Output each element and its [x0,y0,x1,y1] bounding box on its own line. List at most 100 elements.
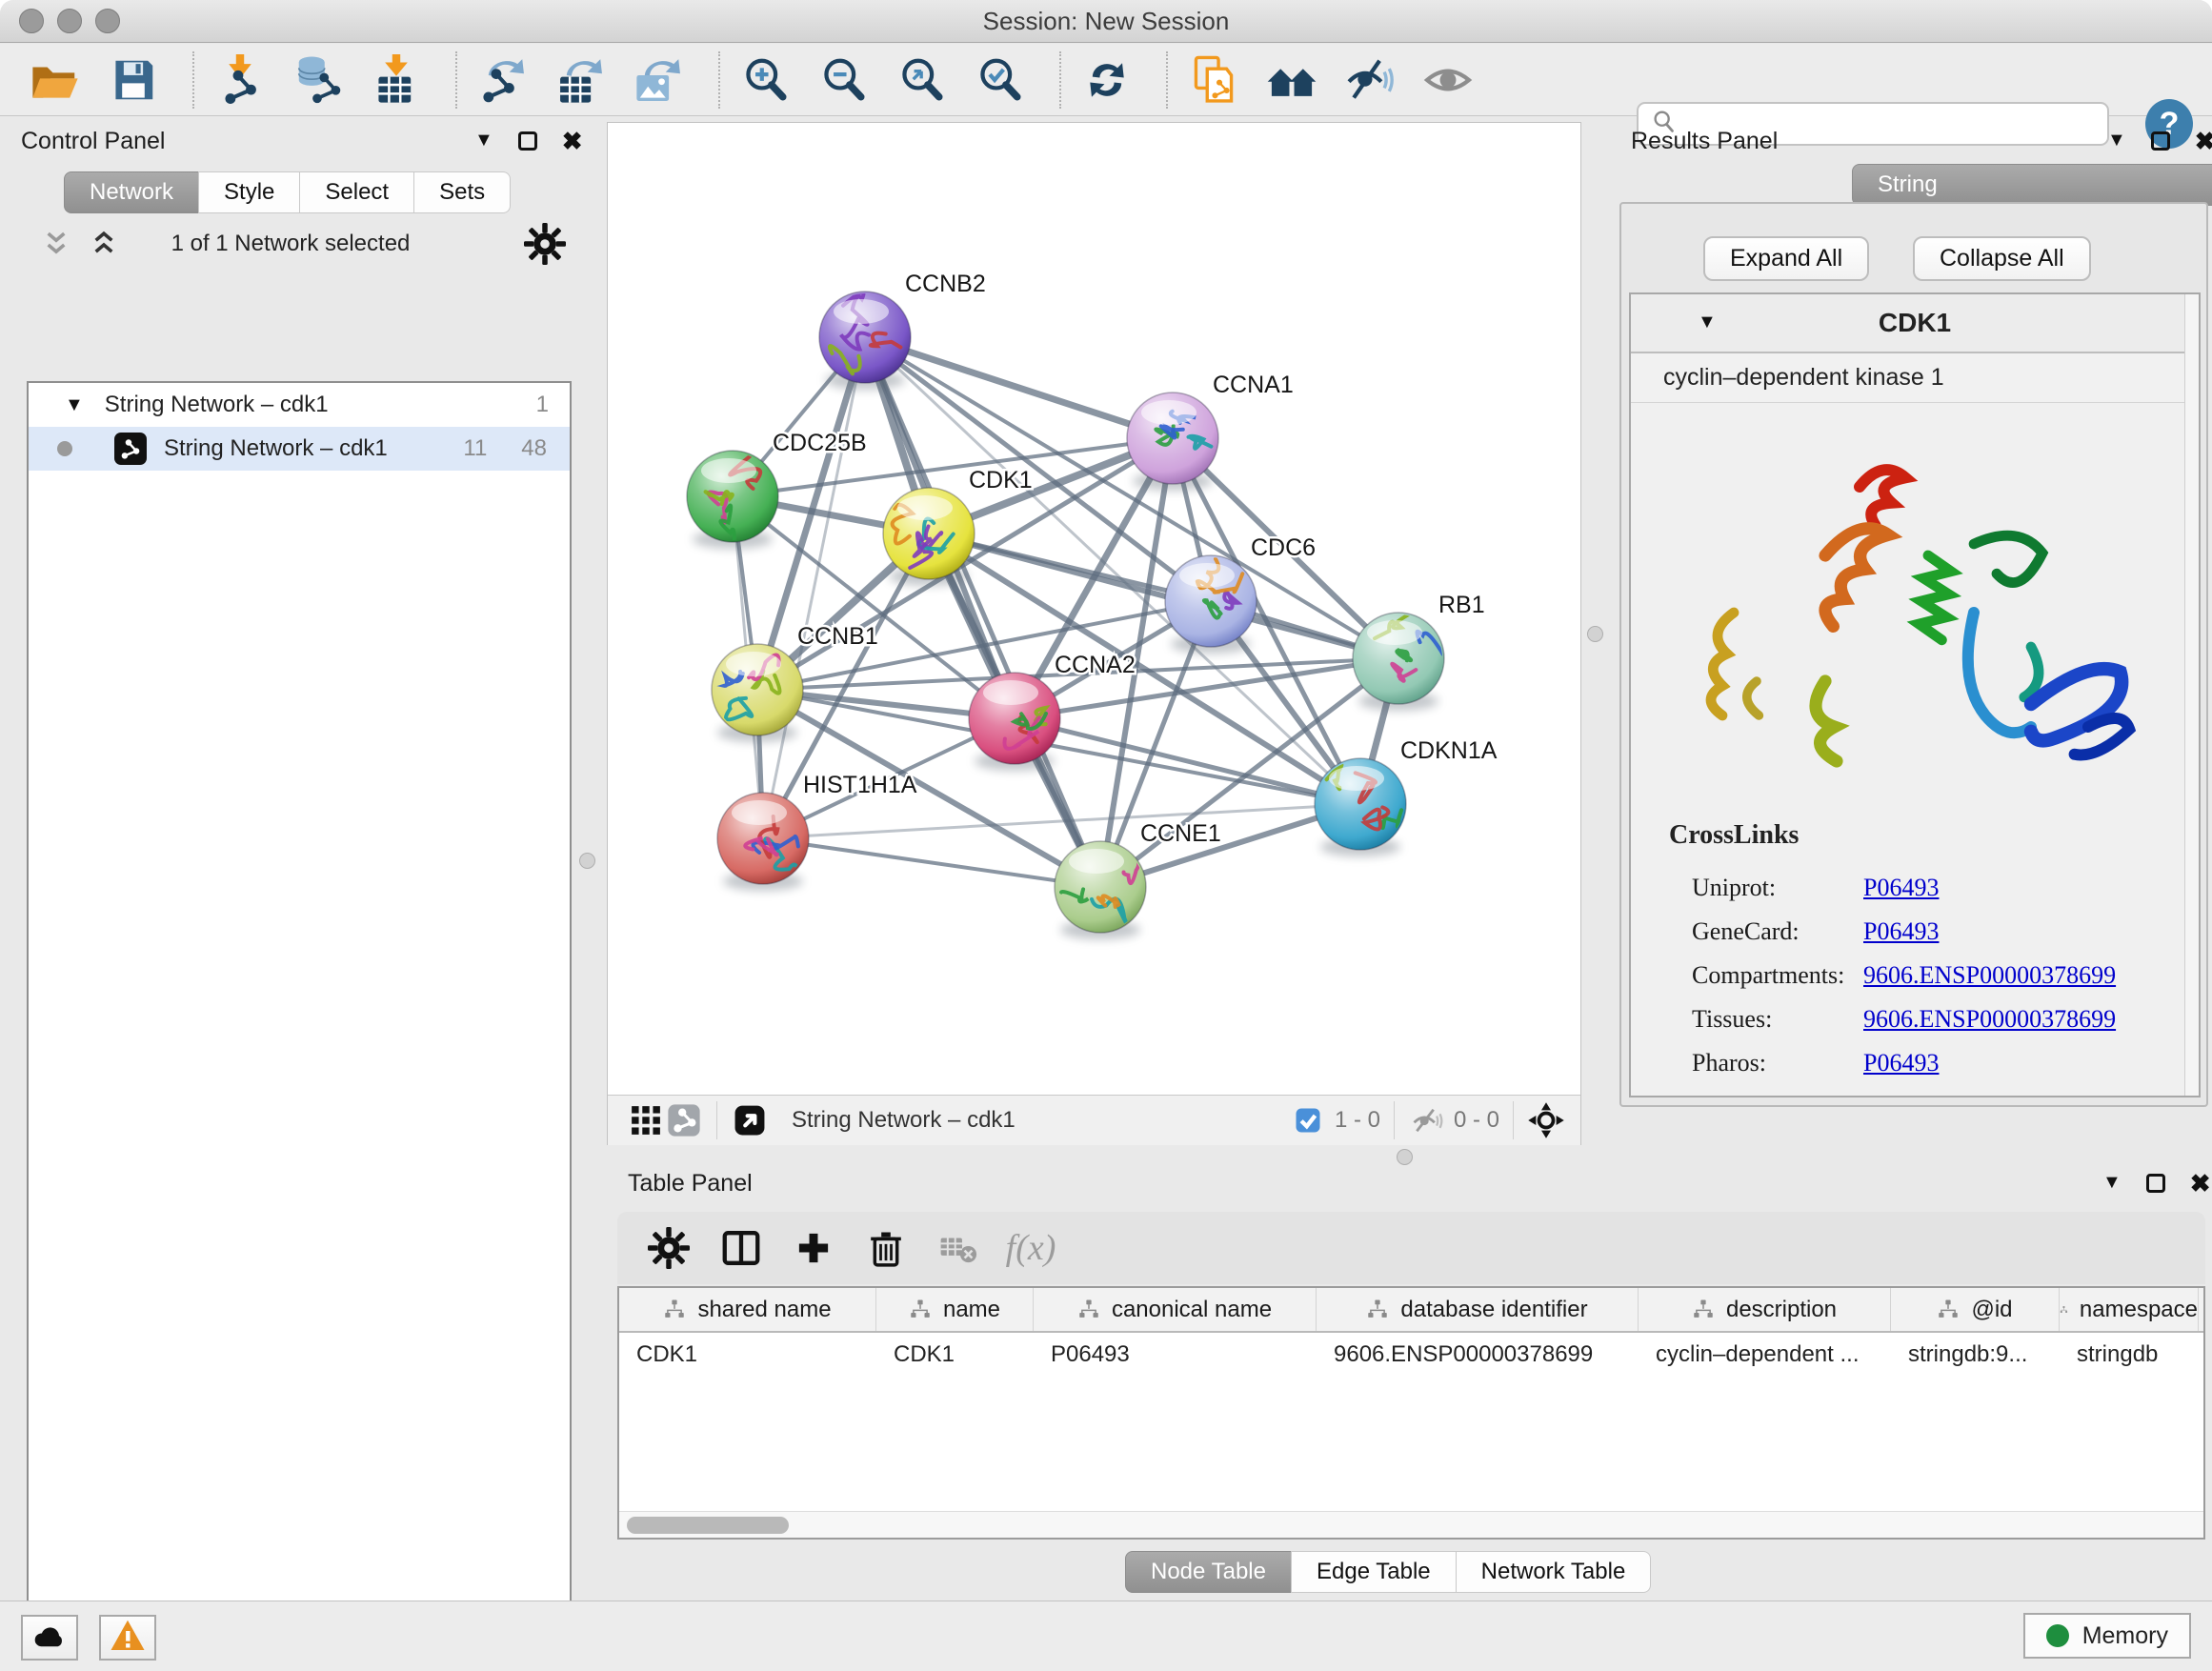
table-options-gear-icon[interactable] [644,1223,694,1273]
network-canvas[interactable]: CCNB2CCNA1CDC25BCDK1CDC6RB1CCNB1CCNA2CDK… [607,122,1581,1145]
control-panel-title: Control Panel [21,128,165,155]
table-header-row: shared name namecanonical namedatabase id… [619,1288,2203,1333]
table-cell: P06493 [1034,1333,1317,1377]
network-row[interactable]: String Network – cdk1 11 48 [29,427,570,471]
collapse-all-button[interactable]: Collapse All [1913,236,2091,281]
column-header-description[interactable]: description [1639,1288,1891,1331]
warning-status-button[interactable] [99,1615,156,1661]
memory-button[interactable]: Memory [2023,1613,2191,1659]
toolbar-separator [192,51,194,109]
preview-eye-button[interactable] [1421,53,1475,107]
network-options-gear-icon[interactable] [524,223,566,270]
panel-menu-icon[interactable]: ▼ [2102,1172,2122,1194]
zoom-out-button[interactable] [817,53,871,107]
crosslink-label: GeneCard: [1631,917,1810,946]
column-header-name[interactable]: name [876,1288,1034,1331]
open-file-button[interactable] [29,53,82,107]
delete-table-icon[interactable] [934,1223,983,1273]
tab-network-table[interactable]: Network Table [1456,1551,1652,1593]
hidden-eye-icon[interactable] [1408,1101,1446,1139]
string-share-icon[interactable] [665,1101,703,1139]
network-graph[interactable]: CCNB2CCNA1CDC25BCDK1CDC6RB1CCNB1CCNA2CDK… [608,123,1580,1095]
add-column-icon[interactable] [789,1223,838,1273]
crosslink-link[interactable]: P06493 [1863,917,1939,946]
right-splitter-handle[interactable] [1587,626,1603,642]
toolbar-separator [1166,51,1168,109]
panel-menu-icon[interactable]: ▼ [2107,130,2126,151]
panel-float-icon[interactable] [518,131,537,151]
cloud-status-button[interactable] [21,1615,78,1661]
toolbar-separator [1059,51,1061,109]
import-database-button[interactable] [292,53,345,107]
results-panel: Results Panel ▼ ✖ String Expand All Coll… [1612,122,2212,1145]
panel-close-icon[interactable]: ✖ [562,131,583,151]
tab-style[interactable]: Style [198,171,300,213]
split-columns-icon[interactable] [716,1223,766,1273]
cdk1-section-header[interactable]: ▼ CDK1 [1631,294,2199,353]
table-hscroll-thumb[interactable] [627,1517,789,1534]
export-table-button[interactable] [554,53,608,107]
import-network-button[interactable] [213,53,267,107]
panel-menu-icon[interactable]: ▼ [474,130,493,151]
home-layout-button[interactable] [1265,53,1318,107]
panel-float-icon[interactable] [2151,131,2170,151]
open-in-new-icon[interactable] [731,1101,769,1139]
bottom-splitter-handle[interactable] [1397,1149,1413,1165]
protein-structure-image [1688,418,2145,812]
application-window: Session: New Session ? Control Panel ▼ ✖… [0,0,2212,1671]
collection-count: 1 [536,392,549,418]
zoom-selected-button[interactable] [974,53,1027,107]
left-splitter-handle[interactable] [579,853,595,869]
selected-checkbox-icon[interactable] [1289,1101,1327,1139]
results-panel-title: Results Panel [1631,128,1778,155]
tab-edge-table[interactable]: Edge Table [1291,1551,1457,1593]
table-cell: cyclin–dependent ... [1639,1333,1891,1377]
save-session-button[interactable] [107,53,160,107]
node-label-RB1: RB1 [1438,592,1485,618]
table-hscrollbar[interactable] [619,1511,2203,1538]
expand-all-button[interactable]: Expand All [1703,236,1869,281]
column-header-shared-name[interactable]: shared name [619,1288,876,1331]
tab-string[interactable]: String [1852,164,2212,206]
collection-expand-icon[interactable]: ▼ [65,394,84,416]
column-header-database-identifier[interactable]: database identifier [1317,1288,1639,1331]
table-row[interactable]: CDK1CDK1P064939606.ENSP00000378699cyclin… [619,1333,2203,1377]
export-network-button[interactable] [476,53,530,107]
results-scrollbar[interactable] [2184,294,2199,1096]
column-header-namespace[interactable]: namespace [2060,1288,2199,1331]
crosslink-link[interactable]: 9606.ENSP00000378699 [1863,961,2116,990]
import-table-button[interactable] [370,53,423,107]
panel-close-icon[interactable]: ✖ [2195,131,2212,151]
crosslink-row: Uniprot:P06493 [1631,866,2164,910]
refresh-layout-button[interactable] [1080,53,1134,107]
column-header--id[interactable]: @id [1891,1288,2060,1331]
warning-icon [109,1618,147,1659]
copy-view-button[interactable] [1187,53,1240,107]
hide-toggle-button[interactable] [1343,53,1397,107]
panel-float-icon[interactable] [2146,1174,2165,1193]
crosslink-row: Tissues:9606.ENSP00000378699 [1631,997,2164,1041]
crosslink-row: Pharos:P06493 [1631,1041,2164,1085]
column-label: shared name [697,1297,831,1323]
table-cell: 9606.ENSP00000378699 [1317,1333,1639,1377]
tab-sets[interactable]: Sets [413,171,511,213]
node-table: shared name namecanonical namedatabase id… [617,1286,2205,1540]
titlebar: Session: New Session [0,0,2212,43]
tab-network[interactable]: Network [64,171,199,213]
tab-node-table[interactable]: Node Table [1125,1551,1292,1593]
zoom-in-button[interactable] [739,53,793,107]
column-header-canonical-name[interactable]: canonical name [1034,1288,1317,1331]
delete-icon[interactable] [861,1223,911,1273]
zoom-fit-button[interactable] [895,53,949,107]
crosslink-link[interactable]: 9606.ENSP00000378699 [1863,1005,2116,1034]
crosslink-link[interactable]: P06493 [1863,874,1939,902]
crosslink-link[interactable]: P06493 [1863,1049,1939,1077]
function-builder-icon[interactable]: f(x) [1006,1223,1056,1273]
network-collection-row[interactable]: ▼ String Network – cdk1 1 [29,383,570,427]
grid-view-icon[interactable] [627,1101,665,1139]
export-image-button[interactable] [633,53,686,107]
tab-select[interactable]: Select [299,171,414,213]
table-cell: CDK1 [876,1333,1034,1377]
panel-close-icon[interactable]: ✖ [2190,1174,2211,1193]
birdseye-crosshair-icon[interactable] [1527,1101,1565,1139]
